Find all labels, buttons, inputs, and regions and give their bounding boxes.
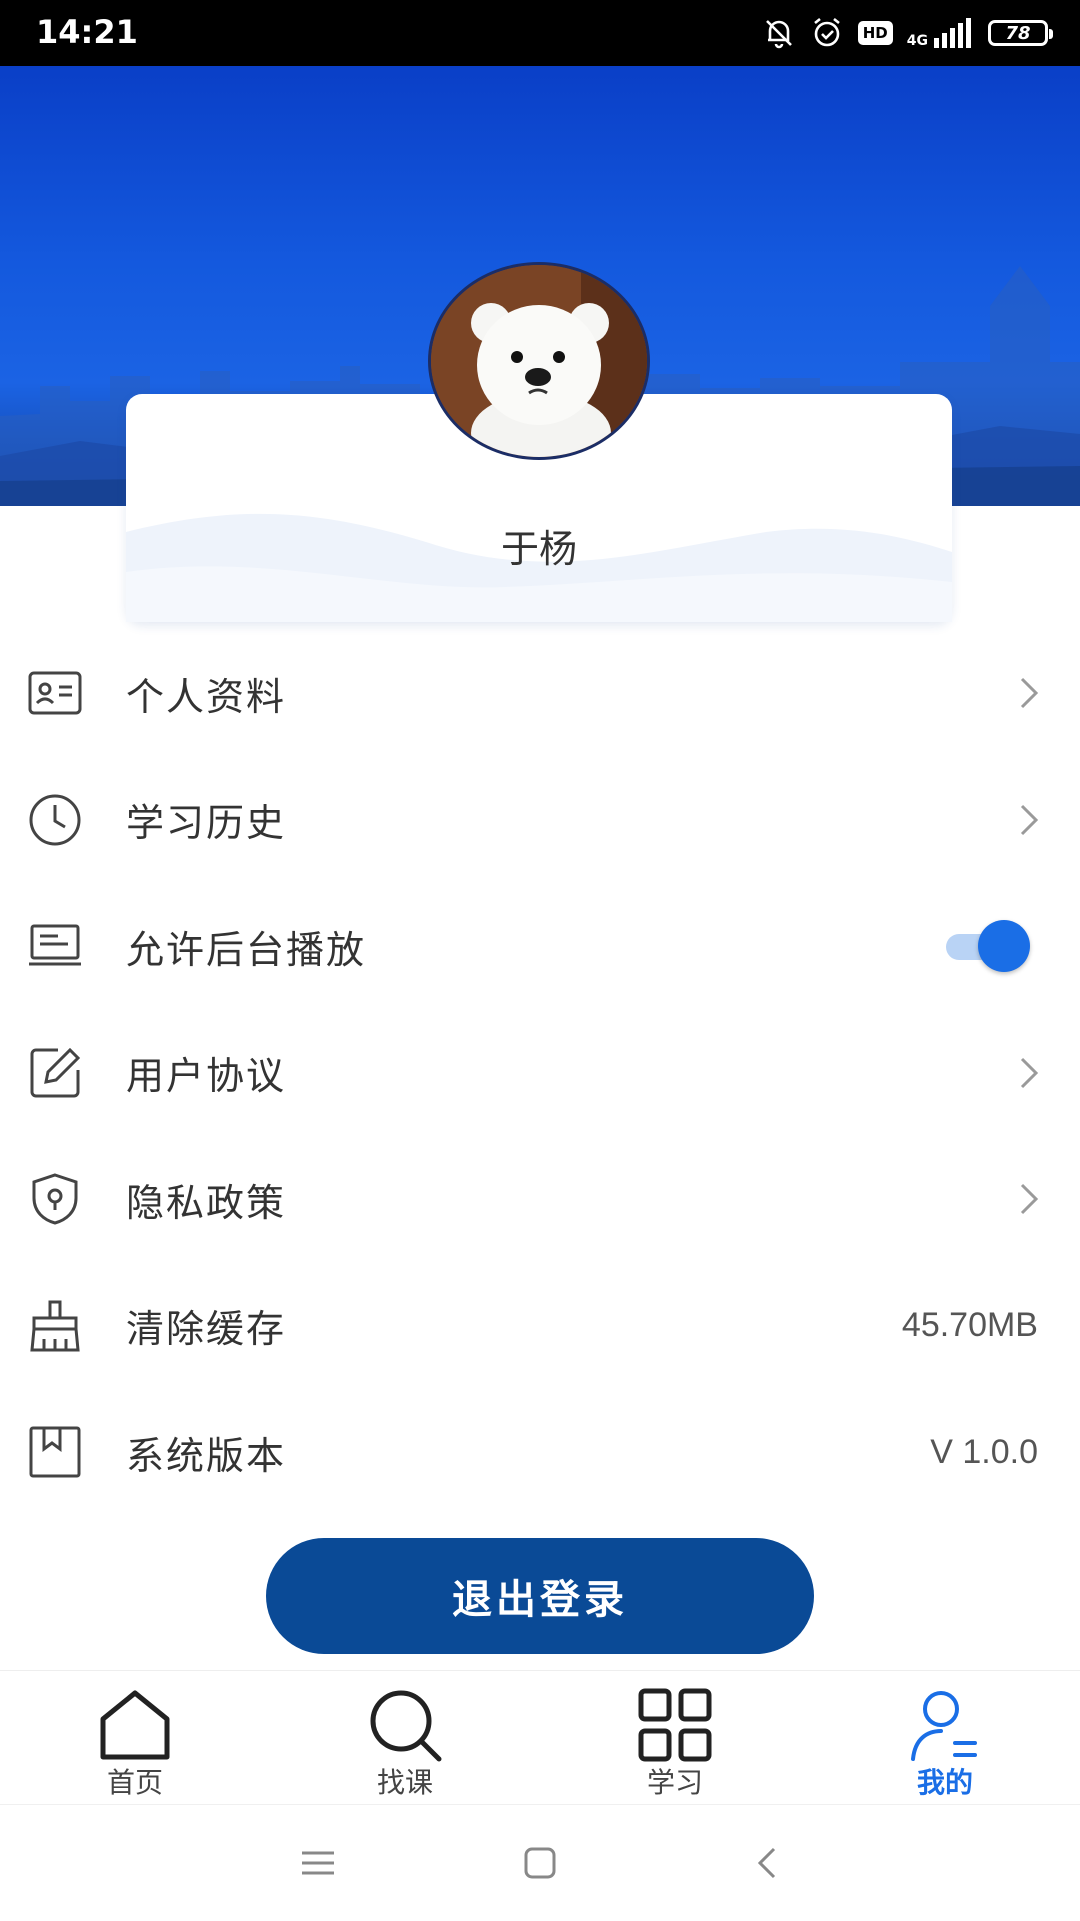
status-bar: 14:21 HD 4G 78 [0, 0, 1080, 66]
avatar-photo [431, 265, 647, 457]
system-nav-bar [0, 1804, 1080, 1921]
menu-item-label: 允许后台播放 [126, 927, 367, 972]
alarm-icon [810, 16, 844, 50]
menu-icon[interactable] [296, 1841, 340, 1885]
laptop-icon [26, 917, 84, 975]
nav-tab-find-course[interactable]: 找课 [270, 1671, 540, 1805]
nav-label: 找课 [376, 1766, 433, 1799]
menu-item-history[interactable]: 学习历史 [0, 757, 1080, 884]
chevron-right-icon [1020, 1057, 1039, 1088]
edit-icon [26, 1044, 84, 1102]
nav-label: 学习 [646, 1766, 703, 1799]
menu-item-clear-cache[interactable]: 清除缓存 45.70MB [0, 1263, 1080, 1390]
bell-off-icon [762, 16, 796, 50]
network-label: 4G [906, 33, 928, 49]
battery-level: 78 [1005, 22, 1031, 44]
menu-item-system-version: 系统版本 V 1.0.0 [0, 1389, 1080, 1516]
home-icon [100, 1690, 170, 1760]
id-card-icon [26, 664, 84, 722]
status-icons: HD 4G 78 [762, 12, 1053, 54]
bottom-nav: 首页 找课 学习 我的 [0, 1670, 1080, 1805]
menu-item-label: 用户协议 [126, 1054, 287, 1099]
chevron-right-icon [1020, 1184, 1039, 1215]
home-square-icon[interactable] [518, 1841, 562, 1885]
grid-icon [638, 1688, 712, 1762]
menu-item-privacy-policy[interactable]: 隐私政策 [0, 1136, 1080, 1263]
version-value: V 1.0.0 [930, 1432, 1038, 1471]
battery-icon: 78 [988, 20, 1053, 46]
bookmark-icon [26, 1423, 84, 1481]
menu-item-profile[interactable]: 个人资料 [0, 630, 1080, 757]
background-play-toggle[interactable] [940, 920, 1030, 973]
menu-item-label: 个人资料 [126, 674, 287, 719]
settings-menu: 个人资料 学习历史 允许后台播放 用户协议 隐私政策 清除缓存 45.70MB … [0, 630, 1080, 1516]
nav-label: 我的 [916, 1766, 973, 1799]
user-icon [911, 1691, 977, 1761]
chevron-right-icon [1020, 804, 1039, 835]
toggle-knob [978, 920, 1030, 973]
menu-item-user-agreement[interactable]: 用户协议 [0, 1010, 1080, 1137]
nav-tab-home[interactable]: 首页 [0, 1671, 270, 1805]
status-time: 14:21 [36, 13, 138, 51]
nav-label: 首页 [106, 1766, 163, 1799]
logout-button[interactable]: 退出登录 [266, 1538, 814, 1654]
broom-icon [26, 1297, 84, 1355]
user-name: 于杨 [500, 527, 577, 571]
menu-item-label: 清除缓存 [126, 1307, 287, 1352]
chevron-right-icon [1020, 678, 1039, 709]
nav-tab-mine[interactable]: 我的 [810, 1671, 1080, 1805]
signal-icon: 4G [907, 18, 974, 48]
menu-item-label: 学习历史 [126, 801, 287, 846]
shield-lock-icon [26, 1170, 84, 1228]
menu-item-background-play: 允许后台播放 [0, 883, 1080, 1010]
search-icon [370, 1690, 442, 1762]
menu-item-label: 系统版本 [126, 1433, 287, 1478]
clock-icon [26, 791, 84, 849]
cache-size-value: 45.70MB [901, 1306, 1038, 1345]
menu-item-label: 隐私政策 [126, 1180, 287, 1225]
nav-tab-study[interactable]: 学习 [540, 1671, 810, 1805]
avatar[interactable] [428, 262, 650, 460]
back-icon[interactable] [746, 1841, 790, 1885]
hd-icon: HD [857, 21, 893, 45]
